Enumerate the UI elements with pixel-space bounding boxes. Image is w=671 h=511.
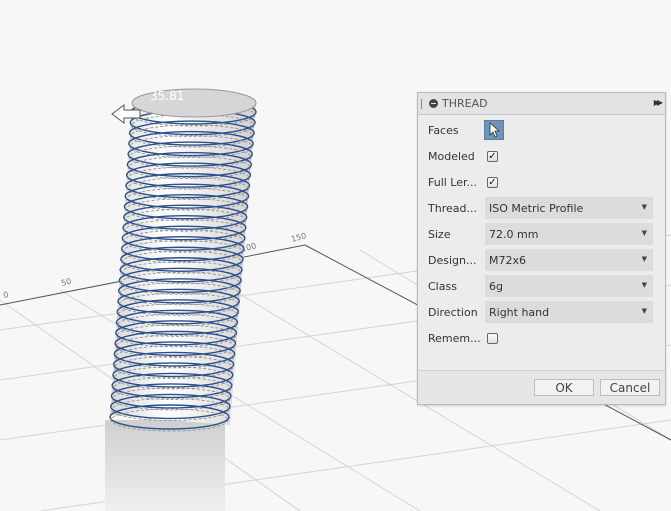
row-direction: Direction Right hand ▼ bbox=[418, 300, 665, 324]
row-thread-type: Thread... ISO Metric Profile ▼ bbox=[418, 196, 665, 220]
grid-label-150: 150 bbox=[290, 231, 307, 244]
dialog-header[interactable]: THREAD ▶▶ bbox=[418, 93, 665, 115]
row-full-length: Full Ler... ✓ bbox=[418, 170, 665, 194]
dimension-readout[interactable]: 35.81 bbox=[150, 89, 184, 103]
modeled-checkbox[interactable]: ✓ bbox=[487, 150, 498, 162]
row-modeled: Modeled ✓ bbox=[418, 144, 665, 168]
thread-type-label: Thread... bbox=[428, 201, 477, 215]
grid-label-50: 50 bbox=[60, 277, 72, 288]
thread-type-select[interactable]: ISO Metric Profile ▼ bbox=[485, 197, 653, 219]
faces-label: Faces bbox=[428, 123, 459, 137]
size-select[interactable]: 72.0 mm ▼ bbox=[485, 223, 653, 245]
threaded-cylinder[interactable] bbox=[109, 99, 257, 432]
drag-grip-icon[interactable] bbox=[421, 98, 422, 109]
class-label: Class bbox=[428, 279, 457, 293]
modeled-label: Modeled bbox=[428, 149, 475, 163]
full-length-checkbox[interactable]: ✓ bbox=[487, 176, 498, 188]
designation-value: M72x6 bbox=[489, 253, 526, 267]
thread-type-value: ISO Metric Profile bbox=[489, 201, 584, 215]
grid-label-0: 0 bbox=[2, 290, 9, 300]
chevron-down-icon: ▼ bbox=[641, 229, 647, 237]
full-length-label: Full Ler... bbox=[428, 175, 478, 189]
chevron-down-icon: ▼ bbox=[641, 255, 647, 263]
row-remember: Remem... bbox=[418, 326, 665, 350]
reflection-shadow bbox=[105, 420, 225, 511]
faces-selector-button[interactable] bbox=[484, 120, 504, 140]
class-select[interactable]: 6g ▼ bbox=[485, 275, 653, 297]
ok-button[interactable]: OK bbox=[534, 379, 594, 396]
class-value: 6g bbox=[489, 279, 503, 293]
direction-value: Right hand bbox=[489, 305, 550, 319]
size-label: Size bbox=[428, 227, 451, 241]
size-value: 72.0 mm bbox=[489, 227, 539, 241]
chevron-down-icon: ▼ bbox=[641, 307, 647, 315]
chevron-down-icon: ▼ bbox=[641, 203, 647, 211]
row-class: Class 6g ▼ bbox=[418, 274, 665, 298]
row-designation: Design... M72x6 ▼ bbox=[418, 248, 665, 272]
thread-dialog: THREAD ▶▶ Faces Modeled ✓ Full Ler... ✓ … bbox=[417, 92, 666, 405]
row-faces: Faces bbox=[418, 118, 665, 142]
direction-label: Direction bbox=[428, 305, 478, 319]
remember-checkbox[interactable] bbox=[487, 332, 498, 344]
remember-label: Remem... bbox=[428, 331, 481, 345]
row-size: Size 72.0 mm ▼ bbox=[418, 222, 665, 246]
designation-label: Design... bbox=[428, 253, 477, 267]
dialog-footer: OK Cancel bbox=[418, 370, 665, 404]
chevron-down-icon: ▼ bbox=[641, 281, 647, 289]
direction-select[interactable]: Right hand ▼ bbox=[485, 301, 653, 323]
designation-select[interactable]: M72x6 ▼ bbox=[485, 249, 653, 271]
cursor-arrow-icon bbox=[489, 122, 501, 138]
cancel-button[interactable]: Cancel bbox=[600, 379, 660, 396]
minus-circle-icon[interactable] bbox=[429, 99, 438, 108]
fast-forward-icon[interactable]: ▶▶ bbox=[654, 98, 663, 107]
dialog-title: THREAD bbox=[442, 97, 488, 110]
